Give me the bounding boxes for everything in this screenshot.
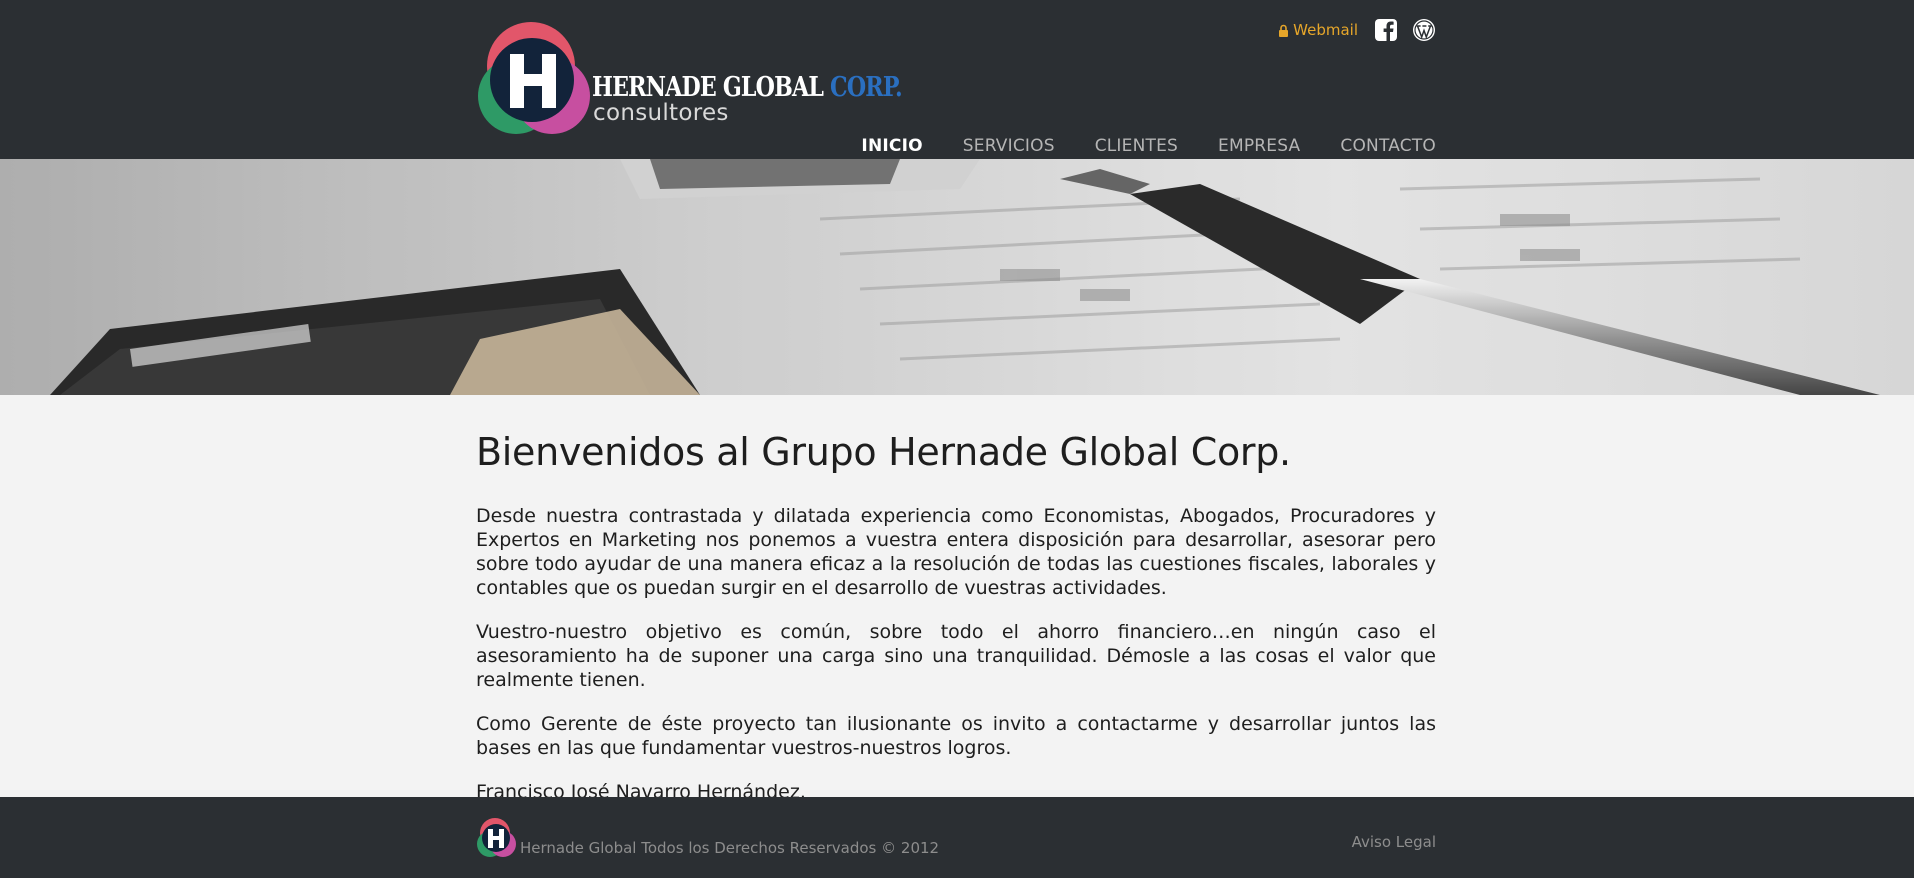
- lock-icon: [1279, 24, 1289, 37]
- site-logo[interactable]: HERNADE GLOBAL CORP. consultores: [476, 20, 903, 135]
- top-links: Webmail: [1278, 18, 1436, 42]
- intro-paragraph: Desde nuestra contrastada y dilatada exp…: [476, 505, 1436, 599]
- logo-h-icon: [478, 22, 590, 134]
- nav-item-clientes[interactable]: CLIENTES: [1095, 136, 1178, 156]
- nav-item-contacto[interactable]: CONTACTO: [1340, 136, 1436, 156]
- nav-item-empresa[interactable]: EMPRESA: [1218, 136, 1300, 156]
- webmail-label: Webmail: [1293, 21, 1358, 39]
- footer-copyright: Hernade Global Todos los Derechos Reserv…: [520, 839, 940, 857]
- facebook-icon[interactable]: [1374, 18, 1398, 42]
- hero-pen-photo: [0, 159, 1914, 395]
- hero-banner-image: [0, 159, 1914, 395]
- nav-item-inicio[interactable]: INICIO: [861, 136, 922, 156]
- logo-title: HERNADE GLOBAL CORP.: [592, 72, 903, 103]
- wordpress-icon[interactable]: [1412, 18, 1436, 42]
- objective-paragraph: Vuestro-nuestro objetivo es común, sobre…: [476, 621, 1436, 691]
- footer-logo-icon: [477, 818, 516, 857]
- logo-subtitle: consultores: [593, 100, 729, 126]
- site-footer: Hernade Global Todos los Derechos Reserv…: [0, 797, 1914, 878]
- nav-item-servicios[interactable]: SERVICIOS: [963, 136, 1055, 156]
- legal-notice-link[interactable]: Aviso Legal: [1352, 833, 1436, 851]
- page-title: Bienvenidos al Grupo Hernade Global Corp…: [476, 430, 1291, 474]
- webmail-link[interactable]: Webmail: [1278, 21, 1358, 39]
- manager-paragraph: Como Gerente de éste proyecto tan ilusio…: [476, 713, 1436, 759]
- main-content: Bienvenidos al Grupo Hernade Global Corp…: [476, 395, 1436, 804]
- main-nav: INICIO SERVICIOS CLIENTES EMPRESA CONTAC…: [861, 136, 1436, 156]
